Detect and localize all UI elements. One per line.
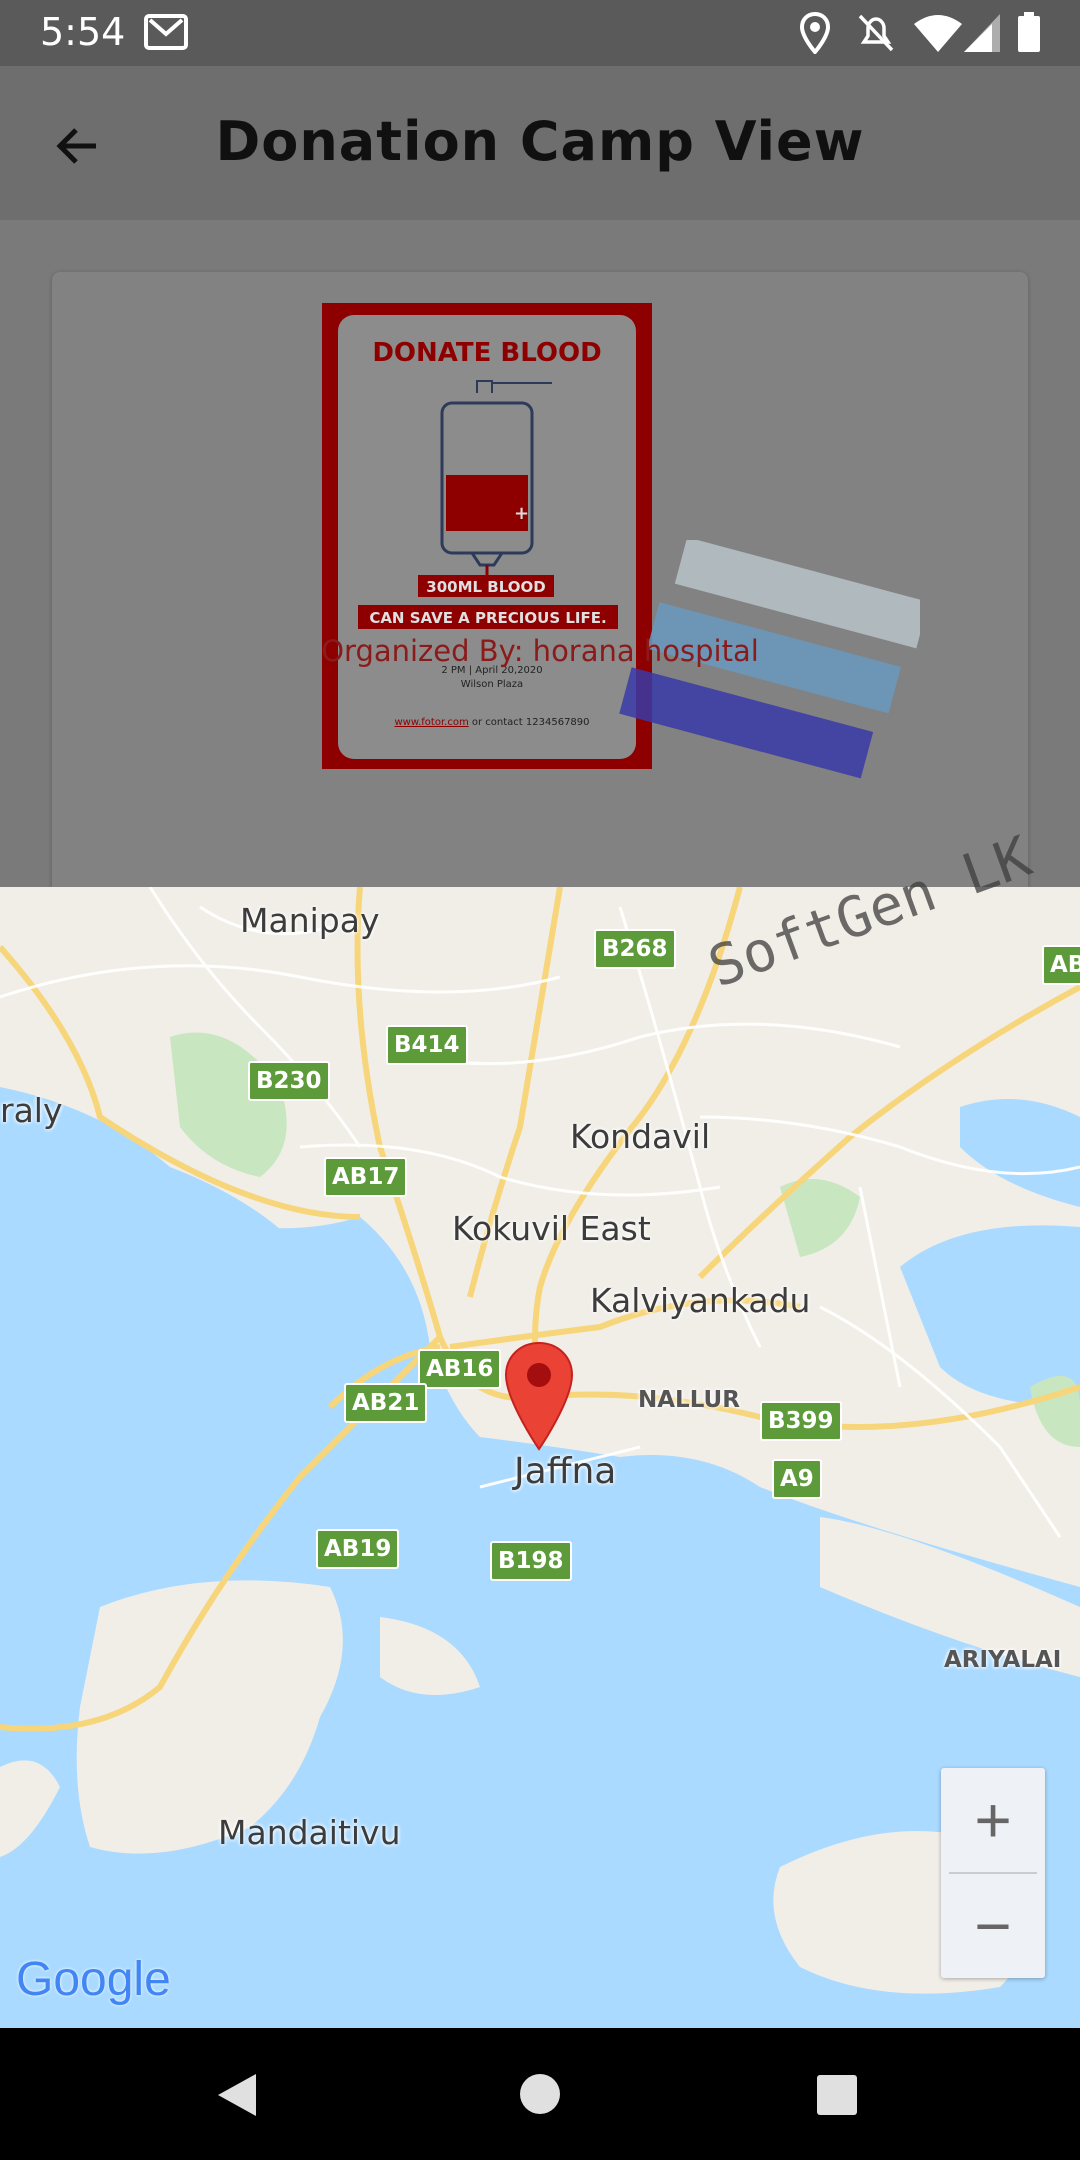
map-view[interactable]: Manipay Kondavil Kokuvil East Kalviyanka…: [0, 887, 1080, 2028]
status-bar: 5:54: [0, 0, 1080, 66]
page-title: Donation Camp View: [215, 110, 865, 173]
google-logo-text: Google: [16, 1953, 171, 2006]
google-logo: Google: [16, 1952, 171, 2007]
zoom-out-button[interactable]: −: [941, 1874, 1045, 1978]
road-shield: B198: [490, 1541, 572, 1581]
place-label: ARIYALAI: [944, 1647, 1062, 1673]
poster-headline: DONATE BLOOD: [372, 338, 601, 368]
road-shield: A9: [772, 1459, 822, 1499]
wifi-icon: [914, 15, 962, 52]
zoom-controls: + −: [941, 1768, 1045, 1978]
place-label: raly: [0, 1091, 63, 1130]
road-shield: AB21: [344, 1383, 428, 1423]
poster-contact-link: www.fotor.com: [394, 717, 468, 728]
place-label: NALLUR: [638, 1387, 740, 1413]
place-label: Kalviyankadu: [590, 1281, 811, 1320]
road-shield: B230: [248, 1061, 330, 1101]
road-shield: B399: [760, 1401, 842, 1441]
svg-text:+: +: [514, 503, 529, 524]
road-shield: AB: [1042, 945, 1080, 985]
road-shield: AB19: [316, 1529, 400, 1569]
zoom-in-button[interactable]: +: [941, 1768, 1045, 1872]
svg-text:www.fotor.com or contact 12345: www.fotor.com or contact 1234567890: [394, 717, 589, 728]
gmail-icon: [144, 14, 188, 50]
place-label: Kondavil: [570, 1117, 711, 1156]
place-label: Mandaitivu: [218, 1813, 401, 1852]
map-marker-icon[interactable]: [504, 1341, 574, 1451]
place-label: Manipay: [240, 901, 380, 940]
nav-recents-icon[interactable]: [816, 2074, 858, 2116]
nav-home-icon[interactable]: [518, 2072, 562, 2116]
status-time: 5:54: [40, 10, 126, 54]
road-shield: B414: [386, 1025, 468, 1065]
poster-stripes-decoration: [619, 540, 920, 779]
poster-line2: CAN SAVE A PRECIOUS LIFE.: [369, 609, 606, 627]
place-label: Kokuvil East: [452, 1209, 651, 1248]
poster-line1: 300ML BLOOD: [426, 578, 545, 596]
location-icon: [800, 12, 830, 54]
poster-contact: or contact 1234567890: [469, 717, 590, 728]
road-shield: B268: [594, 929, 676, 969]
battery-icon: [1018, 12, 1040, 52]
navigation-bar: [0, 2028, 1080, 2160]
road-shield: AB17: [324, 1157, 408, 1197]
road-shield: AB16: [418, 1349, 502, 1389]
organized-by-label: Organized By: horana hospital: [321, 634, 759, 668]
place-label: Jaffna: [514, 1451, 617, 1492]
notifications-off-icon: [858, 14, 894, 52]
signal-icon: [964, 14, 1000, 52]
app-bar: Donation Camp View: [0, 66, 1080, 220]
nav-back-icon[interactable]: [214, 2072, 260, 2118]
poster-venue: Wilson Plaza: [461, 679, 523, 690]
